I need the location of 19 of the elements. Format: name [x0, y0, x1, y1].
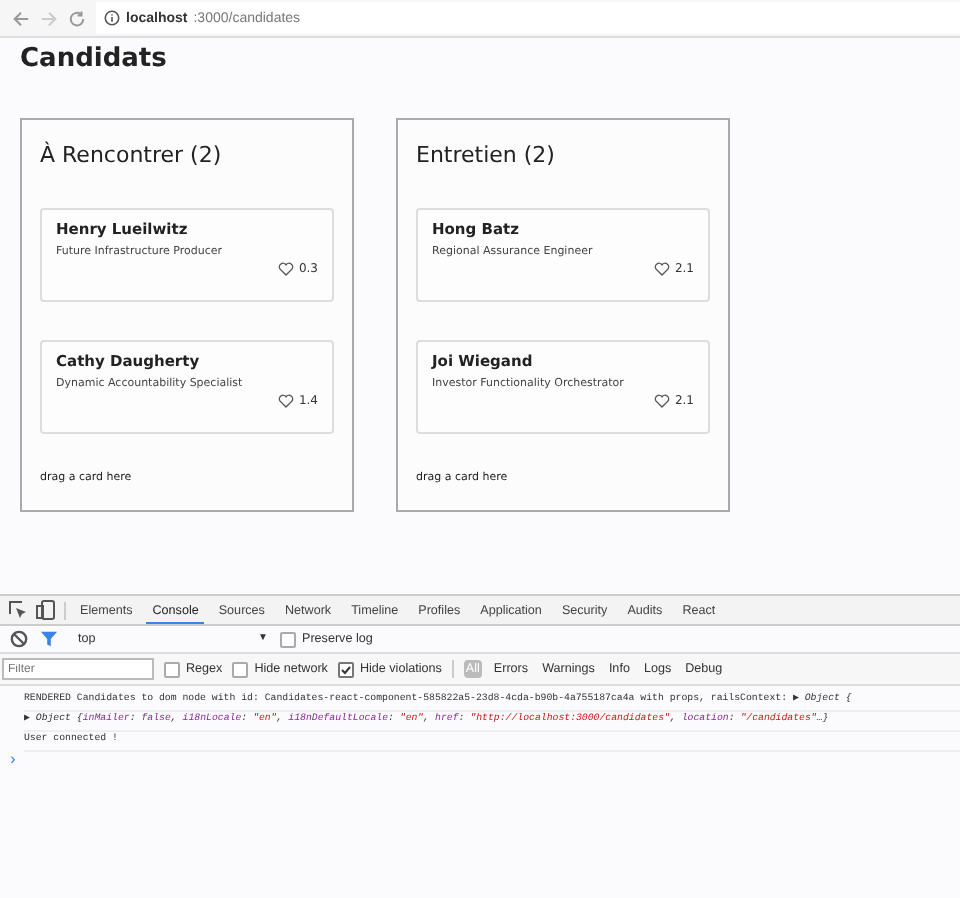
device-icon[interactable]: [36, 600, 56, 620]
inspect-icon[interactable]: [8, 600, 28, 620]
checkbox[interactable]: [164, 661, 180, 677]
console-prompt[interactable]: ›: [8, 752, 960, 770]
column-title: Entretien (2): [416, 140, 557, 172]
reload-icon[interactable]: [68, 9, 86, 27]
checkbox[interactable]: [337, 661, 354, 677]
heart-icon[interactable]: [278, 262, 295, 276]
heart-icon[interactable]: [278, 394, 295, 408]
checkbox[interactable]: [280, 631, 296, 647]
filter-icon[interactable]: [40, 630, 58, 648]
back-icon[interactable]: [12, 9, 30, 27]
page-title: Candidats: [20, 42, 169, 78]
clear-icon[interactable]: [10, 630, 28, 648]
column-title: À Rencontrer (2): [40, 139, 224, 172]
checkbox[interactable]: [232, 661, 249, 677]
heart-icon[interactable]: [654, 262, 671, 276]
heart-icon[interactable]: [654, 394, 671, 408]
info-icon[interactable]: [104, 10, 120, 26]
